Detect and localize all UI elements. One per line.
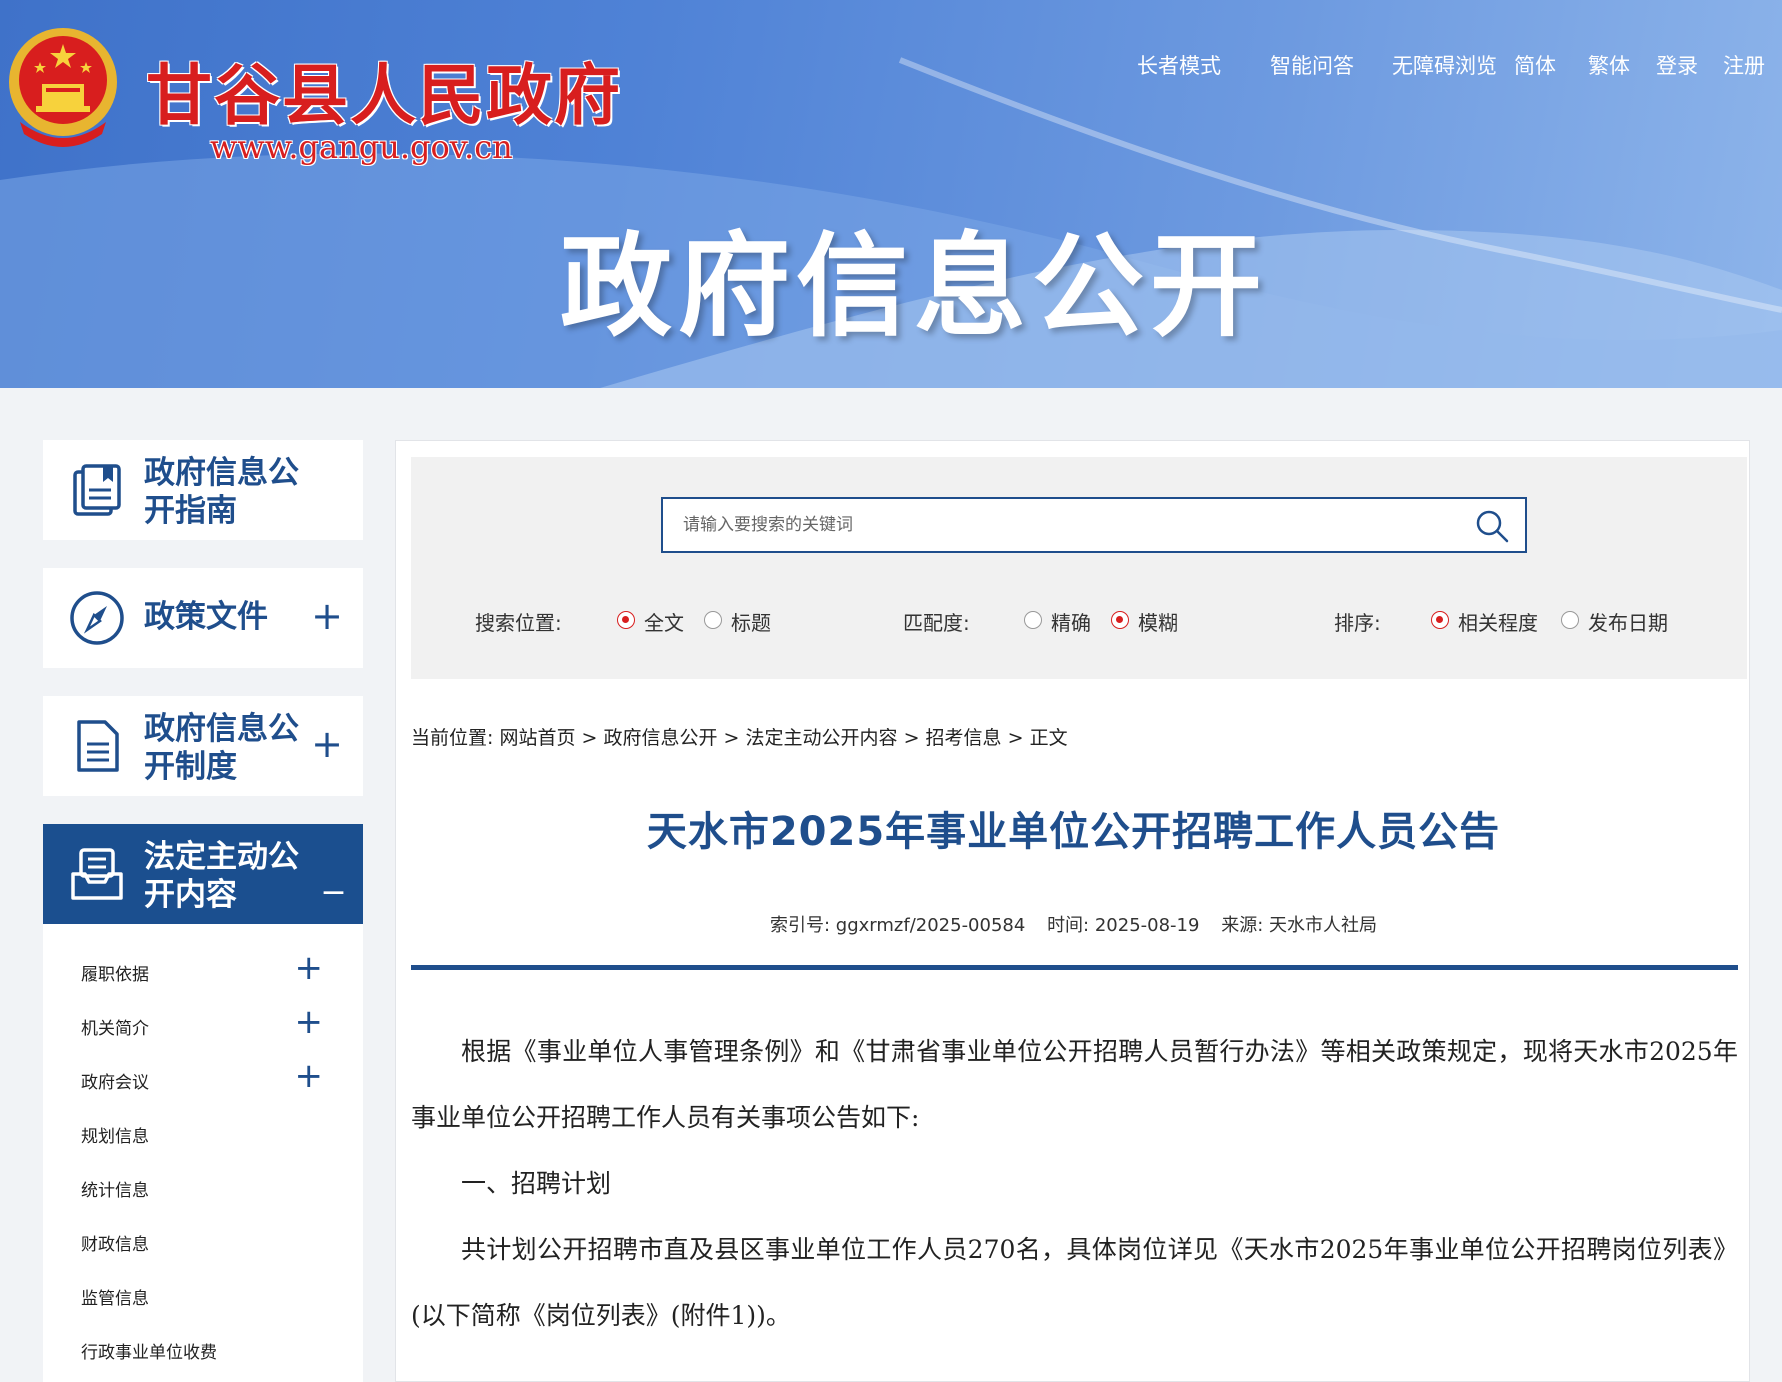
sidebar-item-label: 政府信息公开制度 (144, 711, 299, 785)
simplified-chinese-link[interactable]: 简体 (1514, 50, 1556, 80)
title-divider (411, 965, 1738, 970)
sub-item-label: 履职依据 (81, 965, 149, 985)
sub-item-duty-basis[interactable]: 履职依据 + (81, 948, 341, 992)
sub-item-label: 财政信息 (81, 1235, 149, 1255)
expand-plus-icon[interactable]: + (311, 724, 343, 764)
breadcrumb-prefix: 当前位置: (411, 727, 494, 749)
breadcrumb: 当前位置: 网站首页 > 政府信息公开 > 法定主动公开内容 > 招考信息 > … (411, 723, 1068, 750)
article-title: 天水市2025年事业单位公开招聘工作人员公告 (646, 809, 1501, 855)
article-body: 根据《事业单位人事管理条例》和《甘肃省事业单位公开招聘人员暂行办法》等相关政策规… (411, 1019, 1738, 1349)
top-links: 长者模式 智能问答 无障碍浏览 简体 繁体 登录 注册 (0, 50, 1782, 80)
sub-item-finance-info[interactable]: 财政信息 (81, 1222, 341, 1262)
article-time: 时间: 2025-08-19 (1047, 915, 1200, 936)
expand-plus-icon[interactable]: + (295, 1002, 324, 1042)
sidebar-sub-list: 履职依据 + 机关简介 + 政府会议 + 规划信息 统计信息 财政信息 监管信息… (43, 924, 363, 1382)
article-index-number: 索引号: ggxrmzf/2025-00584 (770, 915, 1026, 936)
article-paragraph: 根据《事业单位人事管理条例》和《甘肃省事业单位公开招聘人员暂行办法》等相关政策规… (411, 1037, 1738, 1132)
guide-book-icon (73, 464, 121, 516)
radio-label: 全文 (644, 611, 684, 635)
sidebar-item-statutory-disclosure[interactable]: 法定主动公开内容 _ (43, 824, 363, 924)
search-icon[interactable] (1475, 509, 1509, 543)
radio-label: 标题 (731, 611, 771, 635)
expand-plus-icon[interactable]: + (295, 1056, 324, 1096)
login-link[interactable]: 登录 (1656, 50, 1698, 80)
national-emblem-icon (9, 28, 117, 147)
radio-label: 模糊 (1138, 611, 1178, 635)
radio-selected-icon (1111, 611, 1129, 629)
search-panel: 搜索位置: 全文 标题 匹配度: 精确 模糊 排序: 相关程度 发布日期 (411, 457, 1747, 679)
compass-icon (70, 591, 124, 645)
register-link[interactable]: 注册 (1723, 50, 1765, 80)
sidebar-item-policy-documents[interactable]: 政策文件 + (43, 568, 363, 668)
article-source: 来源: 天水市人社局 (1221, 915, 1377, 936)
sub-item-admin-fees[interactable]: 行政事业单位收费 (81, 1330, 341, 1370)
sub-item-label: 监管信息 (81, 1289, 149, 1309)
breadcrumb-separator: > (723, 727, 740, 749)
breadcrumb-recruitment[interactable]: 招考信息 (926, 727, 1002, 749)
breadcrumb-current: 正文 (1029, 727, 1068, 749)
elder-mode-link[interactable]: 长者模式 (1137, 50, 1221, 80)
sub-item-gov-meetings[interactable]: 政府会议 + (81, 1056, 341, 1100)
sidebar-item-guide[interactable]: 政府信息公开指南 (43, 440, 363, 540)
search-position-label: 搜索位置: (475, 611, 562, 635)
radio-label: 相关程度 (1458, 611, 1538, 635)
sub-item-label: 机关简介 (81, 1019, 149, 1039)
document-icon (77, 720, 119, 772)
radio-label: 发布日期 (1588, 611, 1668, 635)
radio-unselected-icon (1561, 611, 1579, 629)
expand-plus-icon[interactable]: + (311, 596, 343, 636)
match-degree-label: 匹配度: (903, 611, 970, 635)
sub-item-statistics-info[interactable]: 统计信息 (81, 1168, 341, 1208)
article-paragraph: 共计划公开招聘市直及县区事业单位工作人员270名，具体岗位详见《天水市2025年… (411, 1235, 1738, 1330)
sidebar-item-label: 法定主动公开内容 (144, 839, 299, 913)
sidebar-item-label: 政策文件 (144, 599, 268, 635)
sub-item-label: 政府会议 (81, 1073, 149, 1093)
breadcrumb-statutory[interactable]: 法定主动公开内容 (746, 727, 898, 749)
search-input[interactable] (663, 499, 1453, 551)
search-box (661, 497, 1527, 553)
breadcrumb-separator: > (581, 727, 598, 749)
main-content: 搜索位置: 全文 标题 匹配度: 精确 模糊 排序: 相关程度 发布日期 当前位… (395, 440, 1750, 1382)
sub-item-planning-info[interactable]: 规划信息 (81, 1114, 341, 1154)
banner-title: 政府信息公开 (560, 222, 1268, 352)
sub-item-label: 规划信息 (81, 1127, 149, 1147)
radio-selected-icon (1431, 611, 1449, 629)
radio-unselected-icon (704, 611, 722, 629)
smart-qa-link[interactable]: 智能问答 (1270, 50, 1354, 80)
sidebar-item-label: 政府信息公开指南 (144, 455, 299, 529)
collapse-minus-icon[interactable]: _ (324, 852, 343, 892)
traditional-chinese-link[interactable]: 繁体 (1588, 50, 1630, 80)
sub-item-supervision-info[interactable]: 监管信息 (81, 1276, 341, 1316)
radio-selected-icon (617, 611, 635, 629)
sub-item-label: 行政事业单位收费 (81, 1343, 217, 1363)
sub-item-agency-intro[interactable]: 机关简介 + (81, 1002, 341, 1046)
radio-label: 精确 (1051, 611, 1091, 635)
article-meta: 索引号: ggxrmzf/2025-00584 时间: 2025-08-19 来… (396, 911, 1751, 937)
sub-item-label: 统计信息 (81, 1181, 149, 1201)
sidebar-item-disclosure-system[interactable]: 政府信息公开制度 + (43, 696, 363, 796)
breadcrumb-separator: > (903, 727, 920, 749)
expand-plus-icon[interactable]: + (295, 948, 324, 988)
inbox-tray-icon (71, 848, 123, 900)
breadcrumb-home[interactable]: 网站首页 (499, 727, 575, 749)
header-banner: 甘谷县人民政府 www.gangu.gov.cn 政府信息公开 长者模式 智能问… (0, 0, 1782, 388)
breadcrumb-separator: > (1007, 727, 1024, 749)
breadcrumb-gov-info[interactable]: 政府信息公开 (603, 727, 717, 749)
sort-label: 排序: (1334, 611, 1381, 635)
site-url: www.gangu.gov.cn (210, 128, 513, 166)
radio-unselected-icon (1024, 611, 1042, 629)
accessible-browse-link[interactable]: 无障碍浏览 (1392, 50, 1497, 80)
article-section-heading: 一、招聘计划 (461, 1169, 612, 1198)
